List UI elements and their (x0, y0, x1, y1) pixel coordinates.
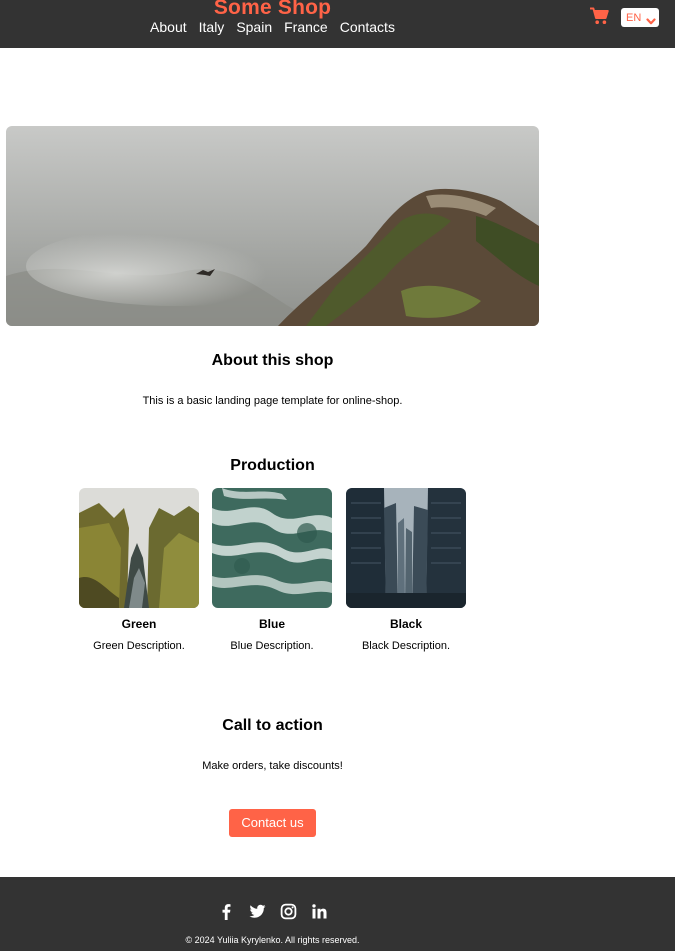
cta-title: Call to action (222, 717, 323, 734)
landing-page: Some Shop About Italy Spain France Conta… (0, 0, 675, 951)
production-title: Production (230, 457, 315, 474)
about-text: This is a basic landing page template fo… (142, 395, 403, 407)
linkedin-icon[interactable] (311, 903, 328, 920)
language-value: EN (626, 11, 642, 24)
language-select[interactable]: EN (621, 8, 659, 27)
product-description-black: Black Description. (361, 640, 451, 652)
copyright-text: © 2024 Yuliia Kyrylenko. All rights rese… (185, 935, 360, 945)
facebook-icon[interactable] (218, 903, 235, 920)
product-description-green: Green Description. (93, 640, 185, 652)
product-image-blue (212, 488, 332, 608)
nav-link-about[interactable]: About (150, 18, 187, 36)
product-name-blue: Blue (258, 617, 285, 631)
nav-link-contacts[interactable]: Contacts (340, 18, 395, 36)
contact-us-button[interactable]: Contact us (229, 809, 316, 837)
product-card-blue[interactable]: Blue Blue Description. (212, 488, 332, 653)
header: Some Shop About Italy Spain France Conta… (0, 0, 675, 48)
product-image-green (79, 488, 199, 608)
product-card-black[interactable]: Black Black Description. (346, 488, 466, 653)
product-image-black (346, 488, 466, 608)
social-links (0, 903, 545, 920)
instagram-icon[interactable] (280, 903, 297, 920)
product-name-green: Green (121, 617, 157, 631)
nav-link-spain[interactable]: Spain (236, 18, 272, 36)
nav-link-italy[interactable]: Italy (199, 18, 225, 36)
shopping-cart-icon[interactable] (589, 7, 609, 25)
product-name-black: Black (389, 617, 423, 631)
product-card-green[interactable]: Green Green Description. (79, 488, 199, 653)
about-title: About this shop (211, 352, 334, 369)
product-description-blue: Blue Description. (230, 640, 314, 652)
footer: © 2024 Yuliia Kyrylenko. All rights rese… (0, 877, 675, 951)
chevron-down-icon (646, 13, 656, 25)
main-nav: About Italy Spain France Contacts (0, 18, 545, 36)
hero-image (6, 126, 539, 326)
twitter-icon[interactable] (249, 903, 266, 920)
nav-link-france[interactable]: France (284, 18, 328, 36)
cta-text: Make orders, take discounts! (202, 760, 343, 772)
